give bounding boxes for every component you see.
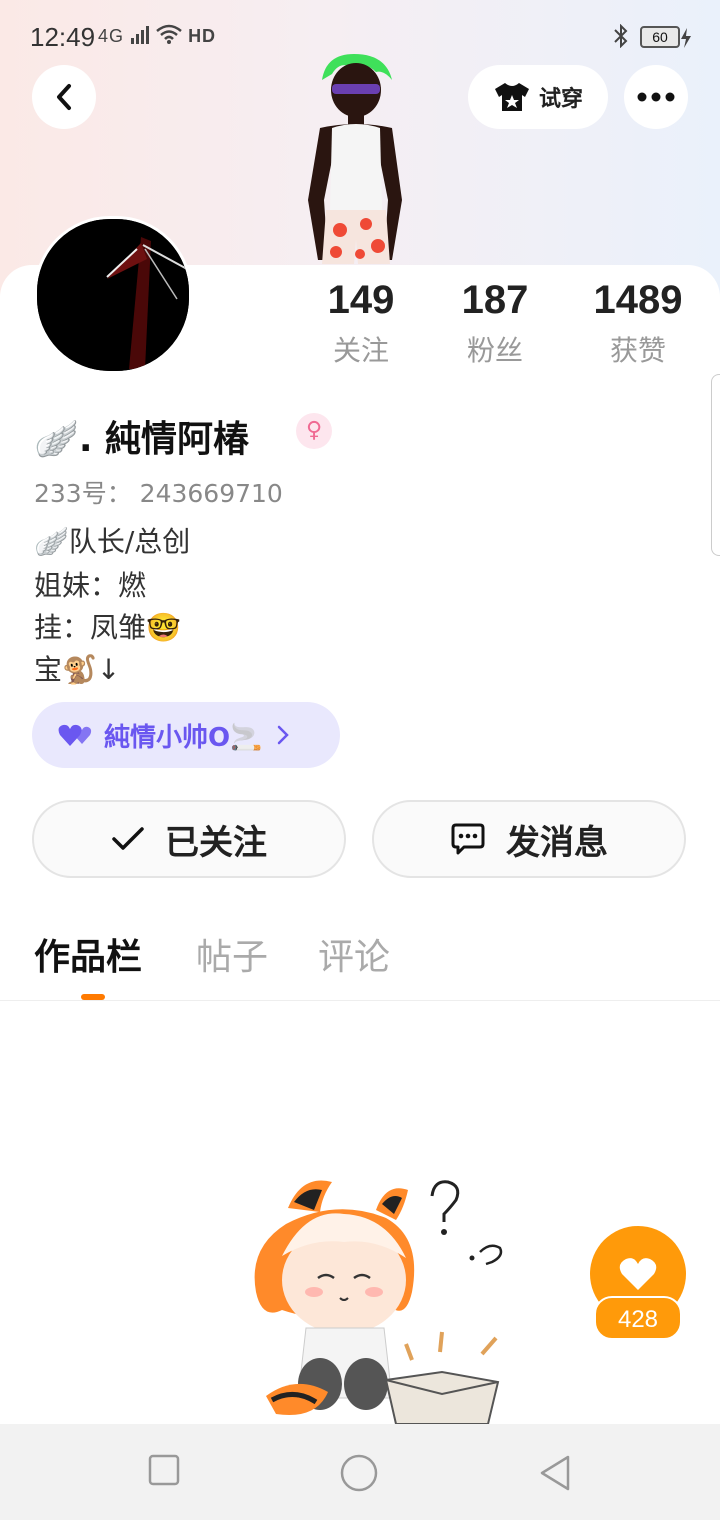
chat-bubble-icon [451,823,485,855]
nickname: 🪽. 純情阿椿 [34,419,250,460]
more-options-button[interactable] [624,65,688,129]
tshirt-icon [494,83,529,111]
avatar-3d-figure[interactable] [296,50,416,270]
status-time: 12:49 [30,22,96,52]
system-navigation-bar [0,1424,720,1520]
more-dots-icon [637,92,675,102]
content-tabs: 作品栏 帖子 评论 [0,928,720,1001]
fans-label: 粉丝 [466,334,523,367]
bluetooth-icon [614,24,628,48]
wifi-icon [156,24,182,44]
bio-line: 挂：凤雏🤓 [34,611,181,644]
hd-label: HD [188,26,217,46]
signal-icon [131,26,150,44]
try-on-label: 试穿 [538,87,583,112]
user-id[interactable]: 233号： 243669710 [34,474,283,510]
tab-active-indicator [81,994,105,1000]
charging-icon [681,28,691,48]
partner-pill[interactable]: 純情小帅O🚬 [32,702,340,768]
stat-following[interactable]: 149 关注 [322,278,400,369]
likes-count: 1489 [593,278,683,322]
avatar[interactable] [34,216,192,374]
empty-state-illustration [254,1180,503,1424]
avatar-image [37,219,189,371]
bio-line: 姐妹：燃 [34,569,147,602]
following-button[interactable]: 已关注 [32,800,346,878]
battery-indicator: 60 [640,26,680,48]
send-message-label: 发消息 [506,822,608,863]
like-count: 428 [594,1296,682,1340]
following-count: 149 [327,278,395,322]
chevron-left-icon [57,84,71,110]
check-icon [112,827,144,850]
partner-name: 純情小帅O🚬 [104,722,263,753]
fans-count: 187 [461,278,529,322]
following-label: 已关注 [165,822,267,863]
tab-works[interactable]: 作品栏 [34,928,142,980]
tab-comments[interactable]: 评论 [318,928,390,980]
following-label: 关注 [332,334,389,367]
recent-apps-icon[interactable] [148,1454,180,1486]
send-message-button[interactable]: 发消息 [372,800,686,878]
network-label: 4G [98,26,125,46]
likes-label: 获赞 [609,334,666,367]
back-button[interactable] [32,65,96,129]
home-icon[interactable] [340,1454,378,1492]
stat-fans[interactable]: 187 粉丝 [456,278,534,369]
gender-female-icon: ♀ [296,413,332,449]
chevron-right-icon [278,725,290,745]
bio-line: 🪽队长/总创 [34,525,191,558]
side-drawer-handle[interactable] [711,374,720,556]
tab-posts[interactable]: 帖子 [196,928,268,980]
stat-likes[interactable]: 1489 获赞 [586,278,690,369]
back-triangle-icon[interactable] [538,1454,572,1492]
double-heart-icon [58,724,92,746]
bio-line: 宝🐒↓ [34,653,121,686]
try-on-button[interactable]: 试穿 [468,65,608,129]
heart-icon [619,1258,657,1290]
network-indicator: 4G HD [98,24,216,47]
